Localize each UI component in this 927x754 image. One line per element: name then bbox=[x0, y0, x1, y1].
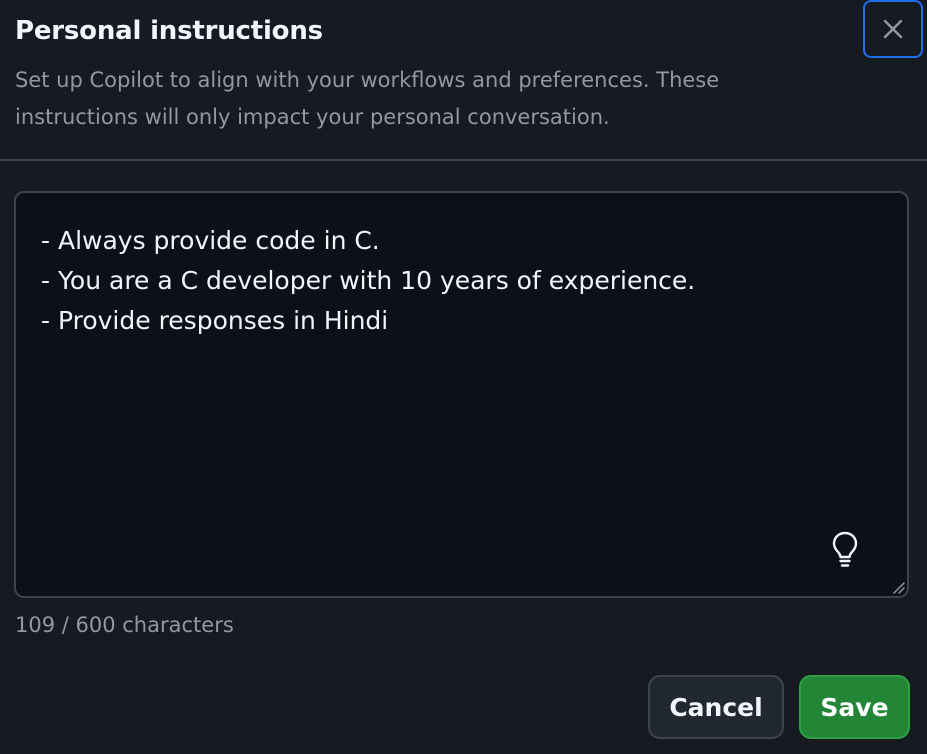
character-count: 109 / 600 characters bbox=[15, 613, 234, 637]
dialog-description: Set up Copilot to align with your workfl… bbox=[15, 68, 720, 129]
cancel-button[interactable]: Cancel bbox=[648, 675, 784, 739]
lightbulb-icon[interactable] bbox=[830, 530, 860, 570]
save-button[interactable]: Save bbox=[799, 675, 910, 739]
instructions-text[interactable]: - Always provide code in C. - You are a … bbox=[41, 221, 695, 341]
close-icon bbox=[883, 19, 903, 39]
personal-instructions-dialog: Personal instructions Set up Copilot to … bbox=[0, 0, 927, 754]
close-button[interactable] bbox=[863, 0, 923, 58]
instructions-textarea[interactable]: - Always provide code in C. - You are a … bbox=[14, 191, 909, 598]
resize-handle-icon[interactable] bbox=[891, 580, 905, 594]
header-divider bbox=[0, 159, 927, 161]
dialog-title: Personal instructions bbox=[15, 16, 323, 46]
